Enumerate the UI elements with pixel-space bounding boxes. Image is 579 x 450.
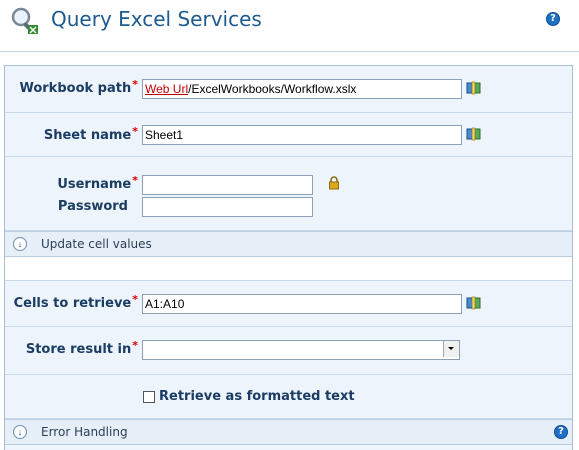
store-result-label: Store result in*: [25, 339, 138, 357]
error-section-body: [5, 445, 572, 450]
sheet-name-row: Sheet name* Sheet1: [5, 113, 572, 157]
lookup-book-icon[interactable]: [466, 127, 482, 141]
web-url-link[interactable]: Web Url: [145, 82, 188, 96]
sheet-name-input[interactable]: Sheet1: [142, 125, 462, 145]
update-section-body: [5, 257, 572, 281]
cells-to-retrieve-row: Cells to retrieve* A1:A10: [5, 281, 572, 327]
username-input[interactable]: [142, 175, 313, 195]
chevron-down-icon[interactable]: ↓: [13, 425, 27, 439]
retrieve-formatted-checkbox[interactable]: [143, 391, 155, 403]
lock-icon: [329, 176, 339, 190]
store-result-select[interactable]: [142, 340, 460, 360]
chevron-down-icon[interactable]: ↓: [13, 237, 27, 251]
cells-to-retrieve-label: Cells to retrieve*: [13, 293, 138, 311]
retrieve-formatted-row: Retrieve as formatted text: [5, 375, 572, 419]
lookup-book-icon[interactable]: [466, 296, 482, 310]
password-input[interactable]: [142, 197, 313, 217]
update-cell-values-section[interactable]: ↓ Update cell values: [5, 231, 572, 257]
section-title: Update cell values: [41, 237, 152, 251]
credentials-row: Username* Password: [5, 157, 572, 231]
sheet-name-label: Sheet name*: [43, 125, 138, 143]
section-title: Error Handling: [41, 425, 128, 439]
help-icon[interactable]: ?: [546, 12, 560, 26]
workbook-path-input[interactable]: Web Url/ExcelWorkbooks/Workflow.xslx: [142, 79, 462, 99]
error-handling-section[interactable]: ↓ Error Handling ?: [5, 419, 572, 445]
store-result-row: Store result in*: [5, 327, 572, 375]
lookup-book-icon[interactable]: [466, 81, 482, 95]
page-title: Query Excel Services: [51, 7, 262, 31]
retrieve-formatted-label[interactable]: Retrieve as formatted text: [159, 389, 355, 404]
form-panel: Workbook path* Web Url/ExcelWorkbooks/Wo…: [4, 65, 573, 450]
workbook-path-row: Workbook path* Web Url/ExcelWorkbooks/Wo…: [5, 66, 572, 113]
help-icon[interactable]: ?: [554, 425, 568, 439]
dropdown-arrow-icon[interactable]: [443, 341, 459, 357]
username-label: Username*: [57, 174, 138, 192]
workbook-path-label: Workbook path*: [19, 78, 138, 96]
password-label: Password: [57, 199, 128, 214]
cells-to-retrieve-input[interactable]: A1:A10: [142, 294, 462, 314]
magnifier-logo-icon: [11, 7, 38, 34]
header: Query Excel Services ?: [0, 0, 579, 52]
